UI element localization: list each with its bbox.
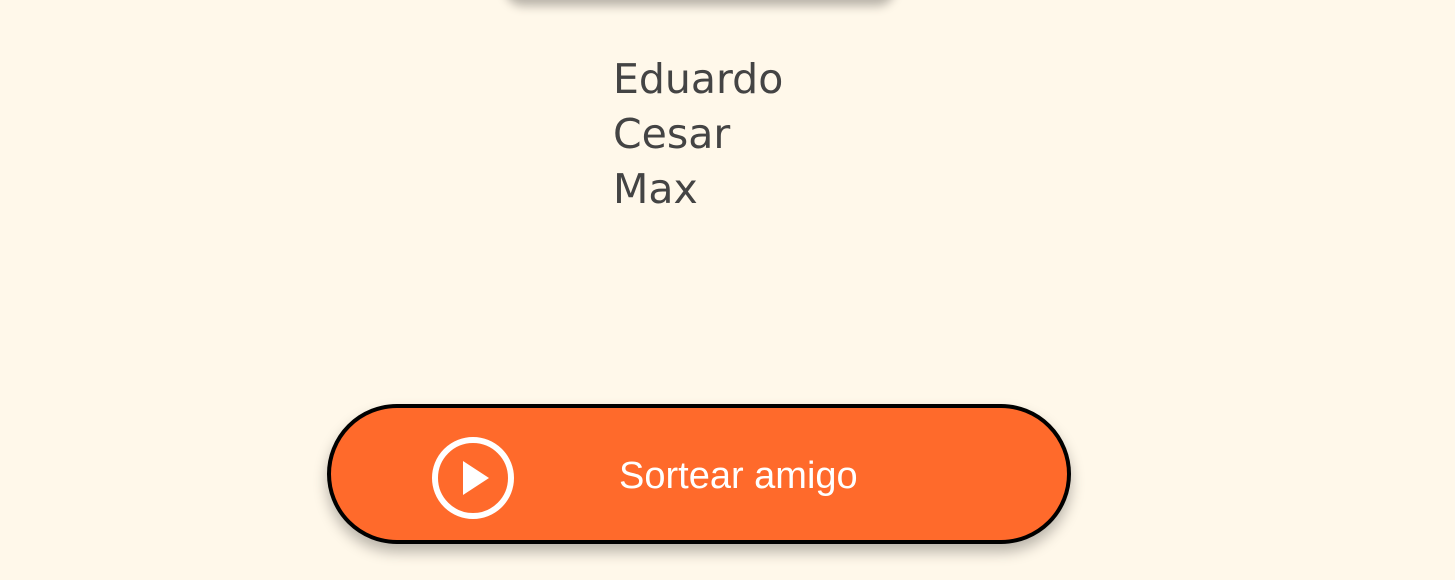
- draw-friend-button[interactable]: Sortear amigo: [327, 404, 1071, 544]
- play-circle-icon: [429, 434, 517, 522]
- friend-list-item: Max: [613, 165, 698, 213]
- friend-list-item: Cesar: [613, 110, 731, 158]
- friends-list: Eduardo Cesar Max: [613, 52, 783, 217]
- draw-friend-button-label: Sortear amigo: [619, 455, 858, 497]
- friend-list-item: Eduardo: [613, 55, 784, 103]
